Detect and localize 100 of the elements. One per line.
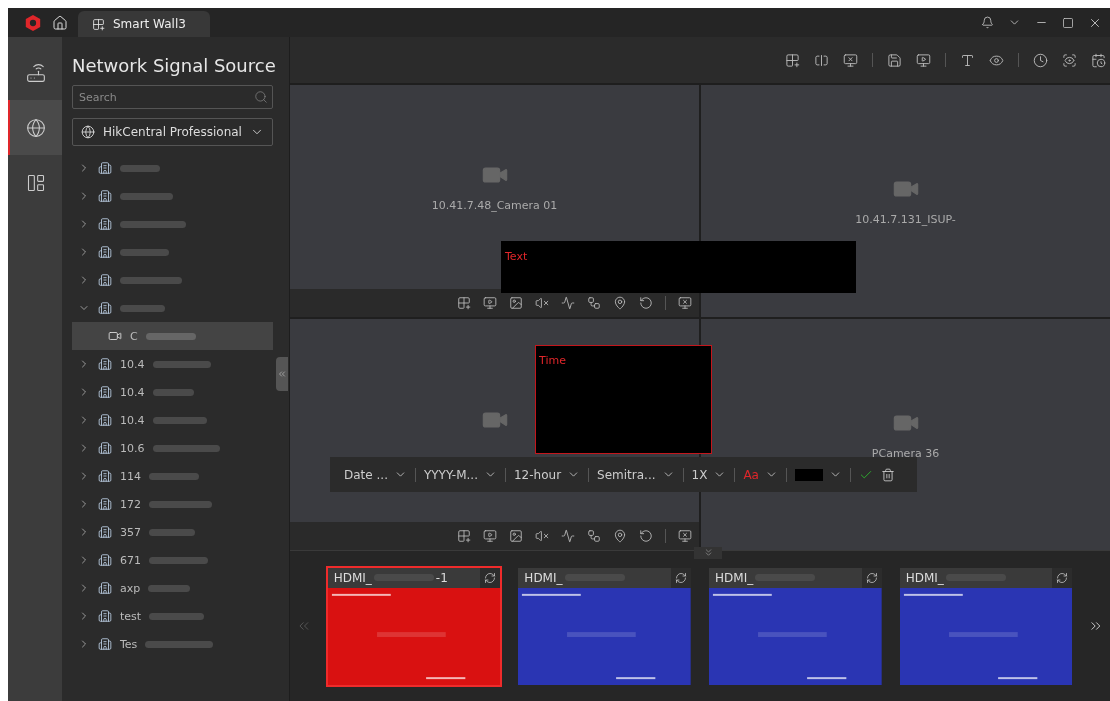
- refresh-button[interactable]: [1052, 567, 1073, 588]
- tree-item[interactable]: 10.4: [72, 406, 273, 434]
- site-dropdown[interactable]: HikCentral Professional: [72, 118, 273, 146]
- notification-icon[interactable]: [981, 16, 994, 29]
- close-window-icon[interactable]: [843, 52, 858, 68]
- refresh-button[interactable]: [671, 567, 691, 588]
- output-title: HDMI_: [333, 570, 372, 585]
- tree-item[interactable]: 357: [72, 518, 273, 546]
- home-icon[interactable]: [52, 15, 68, 31]
- blurred-text: [152, 416, 207, 424]
- blurred-text: [149, 556, 208, 564]
- globe-icon: [81, 125, 95, 139]
- format-dropdown[interactable]: 12-hour: [514, 467, 581, 482]
- link-icon[interactable]: [587, 529, 601, 543]
- blurred-text: [152, 388, 194, 396]
- wall-tab[interactable]: Smart Wall3: [78, 11, 210, 37]
- eye-icon[interactable]: [989, 52, 1004, 68]
- schedule-icon[interactable]: [1091, 52, 1106, 68]
- layout-icon: [26, 172, 46, 193]
- tree-item[interactable]: 114: [72, 462, 273, 490]
- tree-item[interactable]: test: [72, 602, 273, 630]
- search-field[interactable]: Search: [72, 85, 273, 109]
- blurred-text: [149, 472, 199, 480]
- overlay-window[interactable]: Time: [535, 345, 712, 454]
- tree-item[interactable]: 172: [72, 490, 273, 518]
- panel-title: Network Signal Source: [72, 54, 273, 78]
- blurred-text: [120, 248, 169, 256]
- tree-label: C: [130, 329, 138, 343]
- building-icon: [98, 581, 112, 595]
- grid-icon[interactable]: [457, 295, 471, 310]
- video-tile[interactable]: 10.41.7.131_ISUP-: [701, 85, 1110, 317]
- delete-icon[interactable]: [880, 467, 895, 482]
- clock-icon[interactable]: [1033, 52, 1048, 68]
- split-icon[interactable]: [814, 52, 829, 68]
- refresh-button[interactable]: [861, 567, 882, 588]
- blurred-text: [149, 500, 212, 508]
- chart-icon[interactable]: [561, 295, 575, 310]
- text-icon[interactable]: [960, 52, 975, 68]
- tree-label: 10.4: [120, 357, 145, 371]
- blurred-text: [152, 444, 220, 452]
- grid-icon[interactable]: [785, 52, 800, 68]
- building-icon: [98, 161, 112, 175]
- format-dropdown[interactable]: YYYY-M...: [423, 467, 497, 482]
- blurred-text: [145, 640, 214, 648]
- maximize-icon[interactable]: [1062, 16, 1074, 29]
- output-suffix: -1: [435, 570, 448, 585]
- mute-icon[interactable]: [535, 295, 549, 310]
- tree-item[interactable]: 10.4: [72, 378, 273, 406]
- building-icon: [98, 637, 112, 651]
- tree-item[interactable]: Tes: [72, 630, 273, 658]
- search-icon[interactable]: [254, 90, 268, 104]
- tree-item[interactable]: 671: [72, 546, 273, 574]
- globe-icon: [26, 117, 46, 138]
- pin-icon[interactable]: [613, 295, 627, 310]
- building-icon: [98, 301, 112, 315]
- camera-label: 10.41.7.131_ISUP-: [855, 213, 956, 227]
- close-window-icon[interactable]: [678, 529, 692, 543]
- blurred-text: [149, 612, 205, 620]
- output-card[interactable]: HDMI_: [707, 565, 884, 687]
- refresh-icon: [1056, 571, 1069, 584]
- playback-icon[interactable]: [639, 529, 653, 543]
- grid-icon[interactable]: [457, 529, 471, 543]
- expand-handle[interactable]: [694, 547, 722, 559]
- monitor-icon[interactable]: [916, 52, 931, 68]
- grid-icon: [92, 17, 105, 31]
- collapse-handle[interactable]: [276, 357, 288, 391]
- playback-icon[interactable]: [639, 295, 653, 310]
- building-icon: [98, 385, 112, 399]
- close-window-icon[interactable]: [678, 295, 692, 310]
- blurred-text: [152, 360, 211, 368]
- scan-icon[interactable]: [1062, 52, 1077, 68]
- building-icon: [98, 525, 112, 539]
- output-card[interactable]: HDMI_: [516, 565, 693, 687]
- monitor-icon[interactable]: [483, 295, 497, 310]
- blurred-text: [120, 220, 186, 228]
- monitor-icon[interactable]: [483, 529, 497, 543]
- format-dropdown[interactable]: Date ...: [344, 467, 407, 482]
- blurred-text: [120, 276, 182, 284]
- tree-item[interactable]: 10.6: [72, 434, 273, 462]
- output-card[interactable]: HDMI_ -1: [325, 565, 503, 687]
- tree-label: 10.4: [120, 385, 145, 399]
- refresh-button[interactable]: [480, 567, 501, 588]
- building-icon: [98, 273, 112, 287]
- building-icon: [98, 497, 112, 511]
- overlay-window[interactable]: Text: [501, 241, 856, 293]
- tree-item[interactable]: axp: [72, 574, 273, 602]
- chart-icon[interactable]: [561, 529, 575, 543]
- blurred-text: [149, 528, 195, 536]
- chevrons-icon: [277, 369, 287, 379]
- blurred-text: [120, 192, 173, 200]
- format-dropdown[interactable]: Semitra...: [597, 467, 675, 482]
- tree-item[interactable]: 10.4: [72, 350, 273, 378]
- tree-item[interactable]: C: [72, 322, 273, 350]
- pin-icon[interactable]: [613, 529, 627, 543]
- link-icon[interactable]: [587, 295, 601, 310]
- output-title: HDMI_: [905, 570, 944, 585]
- tree-label: test: [120, 609, 142, 623]
- mute-icon[interactable]: [535, 529, 549, 543]
- save-icon[interactable]: [887, 52, 902, 68]
- output-card[interactable]: HDMI_: [897, 565, 1075, 687]
